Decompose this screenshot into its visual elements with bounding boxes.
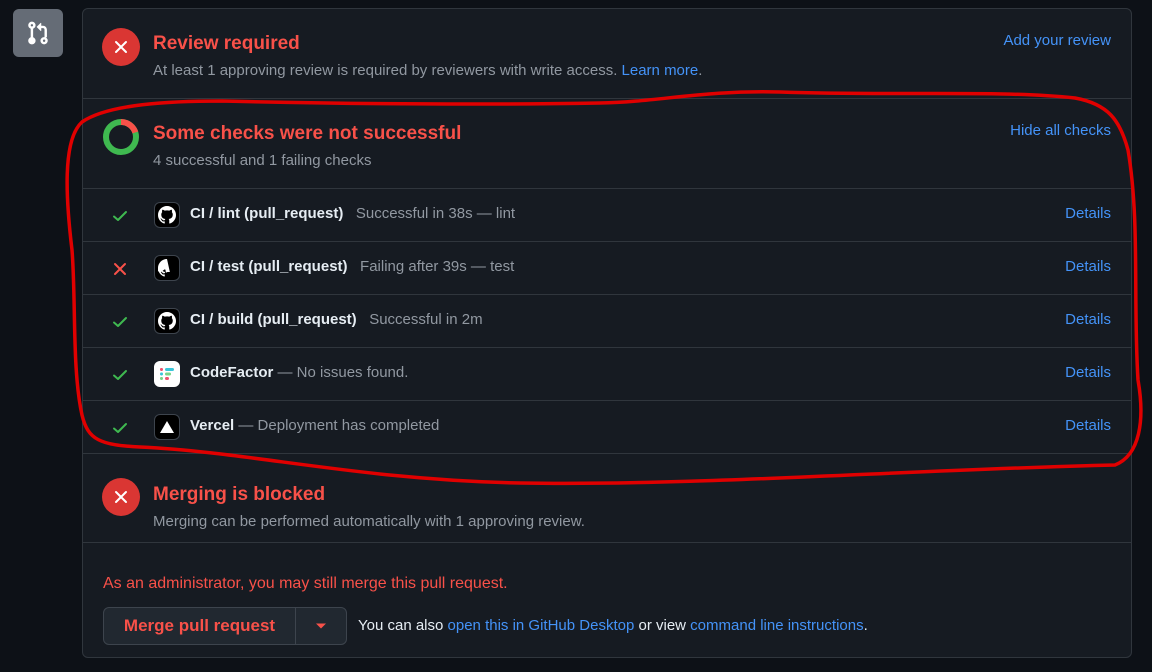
review-subtitle: At least 1 approving review is required … — [153, 62, 702, 79]
review-period: . — [698, 62, 703, 79]
github-icon — [154, 308, 180, 334]
check-success-icon — [111, 366, 129, 384]
add-your-review-link[interactable]: Add your review — [1003, 32, 1111, 49]
checks-title: Some checks were not successful — [153, 123, 462, 144]
merge-button-group: Merge pull request — [103, 607, 347, 645]
vercel-icon — [154, 414, 180, 440]
review-section: Review required At least 1 approving rev… — [83, 9, 1131, 99]
error-icon — [102, 478, 140, 516]
check-success-icon — [111, 313, 129, 331]
error-icon — [102, 28, 140, 66]
check-description: Successful in 2m — [369, 311, 483, 328]
github-icon — [154, 255, 180, 281]
check-text: CodeFactor — No issues found. — [190, 364, 408, 381]
review-title: Review required — [153, 33, 300, 54]
blocked-subtitle: Merging can be performed automatically w… — [153, 513, 585, 530]
check-description: — No issues found. — [277, 364, 409, 381]
github-desktop-link[interactable]: open this in GitHub Desktop — [448, 617, 635, 634]
details-link[interactable]: Details — [1065, 311, 1111, 328]
admin-note: As an administrator, you may still merge… — [103, 575, 508, 592]
check-failure-icon — [111, 260, 129, 278]
pull-request-icon — [13, 9, 63, 57]
also-prefix: You can also — [358, 617, 444, 634]
check-name: CI / test (pull_request) — [190, 258, 348, 275]
merge-box: Review required At least 1 approving rev… — [82, 8, 1132, 658]
check-name: Vercel — [190, 417, 235, 434]
merge-options-dropdown[interactable] — [296, 608, 346, 644]
merge-section: As an administrator, you may still merge… — [83, 543, 1131, 657]
blocked-title: Merging is blocked — [153, 484, 326, 505]
command-line-instructions-link[interactable]: command line instructions — [690, 617, 863, 634]
check-name: CodeFactor — [190, 364, 274, 381]
check-description: — Deployment has completed — [238, 417, 440, 434]
checks-subtitle: 4 successful and 1 failing checks — [153, 152, 372, 169]
details-link[interactable]: Details — [1065, 417, 1111, 434]
check-row: CodeFactor — No issues found. Details — [83, 348, 1131, 401]
review-subtitle-text: At least 1 approving review is required … — [153, 62, 618, 79]
details-link[interactable]: Details — [1065, 364, 1111, 381]
hide-all-checks-link[interactable]: Hide all checks — [1010, 122, 1111, 139]
alternative-merge-options: You can also open this in GitHub Desktop… — [358, 617, 868, 634]
also-middle: or view — [638, 617, 686, 634]
check-description: Failing after 39s — test — [360, 258, 515, 275]
check-success-icon — [111, 419, 129, 437]
check-text: CI / lint (pull_request) Successful in 3… — [190, 205, 515, 222]
check-description: Successful in 38s — lint — [355, 205, 516, 222]
checks-section: Some checks were not successful 4 succes… — [83, 99, 1131, 189]
details-link[interactable]: Details — [1065, 258, 1111, 275]
check-row: Vercel — Deployment has completed Detail… — [83, 401, 1131, 454]
checks-donut-icon — [102, 118, 140, 156]
check-name: CI / build (pull_request) — [190, 311, 357, 328]
also-period: . — [863, 617, 868, 634]
blocked-section: Merging is blocked Merging can be perfor… — [83, 453, 1131, 543]
check-text: Vercel — Deployment has completed — [190, 417, 439, 434]
learn-more-link[interactable]: Learn more — [622, 62, 699, 79]
caret-down-icon — [316, 623, 326, 629]
github-icon — [154, 202, 180, 228]
details-link[interactable]: Details — [1065, 205, 1111, 222]
check-text: CI / build (pull_request) Successful in … — [190, 311, 483, 328]
check-row: CI / build (pull_request) Successful in … — [83, 295, 1131, 348]
codefactor-icon — [154, 361, 180, 387]
check-row: CI / lint (pull_request) Successful in 3… — [83, 189, 1131, 242]
check-name: CI / lint (pull_request) — [190, 205, 344, 222]
check-row: CI / test (pull_request) Failing after 3… — [83, 242, 1131, 295]
merge-pull-request-button[interactable]: Merge pull request — [104, 608, 296, 644]
check-success-icon — [111, 207, 129, 225]
check-text: CI / test (pull_request) Failing after 3… — [190, 258, 514, 275]
